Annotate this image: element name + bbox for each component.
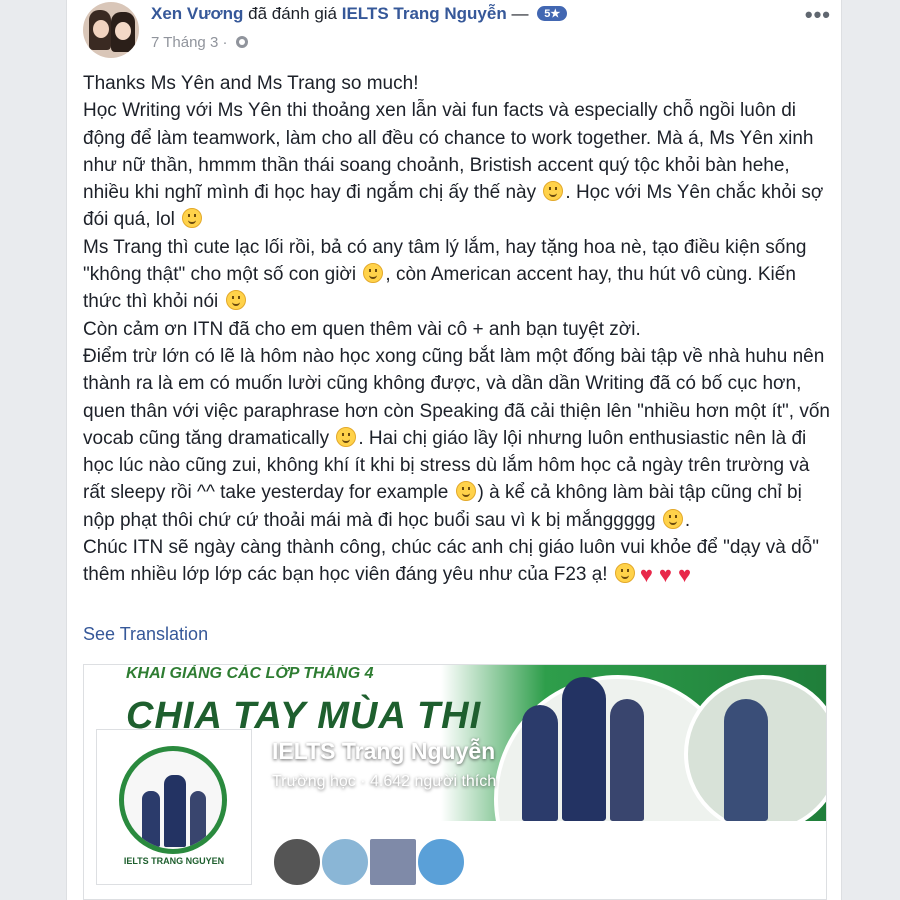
smile-emoji-icon [182,208,203,229]
page-preview-card[interactable]: KHAI GIẢNG CÁC LỚP THÁNG 4 CHIA TAY MÙA … [83,664,827,900]
cover-person [562,677,606,821]
post-text: Còn cảm ơn ITN đã cho em quen thêm vài c… [83,318,641,340]
post-paragraph: Thanks Ms Yên and Ms Trang so much! [83,70,835,97]
page-profile-picture[interactable]: IELTS TRANG NGUYEN [96,729,252,885]
globe-icon [235,36,248,48]
post-paragraph: Còn cảm ơn ITN đã cho em quen thêm vài c… [83,316,835,343]
cover-person [522,705,558,821]
review-post: Xen Vương đã đánh giá IELTS Trang Nguyễn… [66,0,842,900]
post-paragraph: Chúc ITN sẽ ngày càng thành công, chúc c… [83,534,835,589]
logo-ring [119,746,227,854]
post-date[interactable]: 7 Tháng 3 [151,34,218,51]
post-body: Thanks Ms Yên and Ms Trang so much! Học … [83,70,835,589]
post-header: Xen Vương đã đánh giá IELTS Trang Nguyễn… [151,4,568,24]
friend-avatar[interactable] [368,837,418,887]
meta-separator: · [222,34,228,51]
heart-icon: ♥ [658,562,672,588]
smile-emoji-icon [662,508,683,529]
post-text: Chúc ITN sẽ ngày càng thành công, chúc c… [83,537,819,586]
smile-emoji-icon [225,290,246,311]
post-paragraph: Ms Trang thì cute lạc lối rồi, bả có any… [83,234,835,316]
heart-icon: ♥ [677,562,692,588]
pacman-emoji-icon [336,426,357,447]
post-paragraph: Điểm trừ lớn có lẽ là hôm nào học xong c… [83,343,835,534]
page-category: Trường học · 4.642 người thích [272,773,497,790]
author-name[interactable]: Xen Vương [151,4,243,23]
post-paragraph: Học Writing với Ms Yên thi thoảng xen lẫ… [83,97,835,233]
see-translation-link[interactable]: See Translation [83,624,208,645]
smile-emoji-icon [543,181,564,202]
post-text: . [684,509,691,531]
friend-avatar[interactable] [272,837,322,887]
smile-emoji-icon [363,263,384,284]
rating-badge: 5★ [537,6,568,21]
post-text: Thanks Ms Yên and Ms Trang so much! [83,73,419,94]
wink-emoji-icon [614,563,635,584]
more-options-button[interactable]: ••• [805,2,831,28]
heart-icon: ♥ [639,562,653,588]
cover-subtitle: KHAI GIẢNG CÁC LỚP THÁNG 4 [126,665,374,682]
avatar[interactable] [83,2,139,58]
logo-text: IELTS TRANG NGUYEN [123,856,225,866]
friend-avatar[interactable] [416,837,466,887]
wink-emoji-icon [455,481,476,502]
header-dash: — [511,4,529,23]
review-action-text: đã đánh giá [248,4,338,23]
cover-person [610,699,644,821]
post-meta: 7 Tháng 3 · [151,34,248,51]
friend-avatar[interactable] [320,837,370,887]
page-name[interactable]: IELTS Trang Nguyễn [272,738,495,765]
cover-person [724,699,768,821]
reviewed-page-link[interactable]: IELTS Trang Nguyễn [342,4,507,23]
